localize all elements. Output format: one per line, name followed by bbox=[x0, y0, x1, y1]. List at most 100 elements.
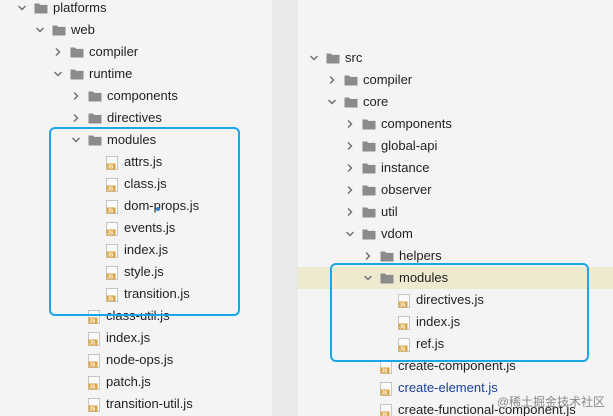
chevron-down-icon[interactable] bbox=[52, 63, 64, 85]
file-row[interactable]: JS events.js bbox=[0, 217, 272, 239]
svg-text:JS: JS bbox=[107, 297, 114, 302]
folder-row[interactable]: platforms bbox=[0, 0, 272, 19]
folder-icon bbox=[380, 250, 394, 262]
chevron-down-icon[interactable] bbox=[16, 0, 28, 19]
file-label: class-util.js bbox=[106, 308, 170, 323]
svg-text:JS: JS bbox=[107, 187, 114, 192]
folder-row[interactable]: observer bbox=[298, 179, 613, 201]
folder-row[interactable]: compiler bbox=[0, 41, 272, 63]
file-label: transition.js bbox=[124, 286, 190, 301]
chevron-right-icon[interactable] bbox=[344, 157, 356, 179]
folder-row[interactable]: instance bbox=[298, 157, 613, 179]
file-row[interactable]: JS attrs.js bbox=[0, 151, 272, 173]
folder-label: src bbox=[345, 50, 363, 65]
tree-row-content: instance bbox=[344, 157, 429, 179]
folder-icon bbox=[52, 24, 66, 36]
file-row[interactable]: JS class.js bbox=[0, 173, 272, 195]
file-row[interactable]: JS dom-props.js bbox=[0, 195, 272, 217]
tree-row-content: observer bbox=[344, 179, 432, 201]
svg-text:JS: JS bbox=[89, 385, 96, 390]
folder-row[interactable]: components bbox=[298, 113, 613, 135]
folder-label: platforms bbox=[53, 0, 107, 15]
folder-icon bbox=[88, 134, 102, 146]
chevron-down-icon[interactable] bbox=[362, 267, 374, 289]
folder-row[interactable]: components bbox=[0, 85, 272, 107]
file-label: events.js bbox=[124, 220, 176, 235]
folder-icon bbox=[362, 206, 376, 218]
file-row[interactable]: JS patch.js bbox=[0, 371, 272, 393]
chevron-right-icon[interactable] bbox=[344, 113, 356, 135]
chevron-right-icon[interactable] bbox=[52, 41, 64, 63]
js-file-icon: JS bbox=[88, 331, 100, 347]
file-label: dom-props.js bbox=[124, 198, 200, 213]
chevron-right-icon[interactable] bbox=[344, 135, 356, 157]
folder-row[interactable]: modules bbox=[298, 267, 613, 289]
file-row[interactable]: JS node-ops.js bbox=[0, 349, 272, 371]
tree-row-content: modules bbox=[70, 129, 156, 151]
tree-row-content: JS transition-util.js bbox=[70, 393, 193, 415]
tree-row-content: JS attrs.js bbox=[88, 151, 162, 173]
file-label: attrs.js bbox=[124, 154, 163, 169]
svg-text:JS: JS bbox=[107, 253, 114, 258]
file-row[interactable]: JS create-component.js bbox=[298, 355, 613, 377]
tree-row-content: web bbox=[34, 19, 95, 41]
chevron-down-icon[interactable] bbox=[70, 129, 82, 151]
chevron-right-icon[interactable] bbox=[70, 85, 82, 107]
chevron-down-icon[interactable] bbox=[34, 19, 46, 41]
chevron-right-icon[interactable] bbox=[362, 245, 374, 267]
left-project-tree: platforms web compiler runtime components dir… bbox=[0, 0, 272, 416]
js-file-icon: JS bbox=[106, 243, 118, 259]
folder-row[interactable]: global-api bbox=[298, 135, 613, 157]
right-project-tree: src compiler core components global-api insta… bbox=[298, 0, 613, 416]
chevron-down-icon[interactable] bbox=[326, 91, 338, 113]
js-file-icon: JS bbox=[106, 265, 118, 281]
file-row[interactable]: JS index.js bbox=[298, 311, 613, 333]
folder-label: web bbox=[71, 22, 95, 37]
file-row[interactable]: JS class-util.js bbox=[0, 305, 272, 327]
file-label: create-element.js bbox=[398, 380, 498, 395]
chevron-down-icon[interactable] bbox=[344, 223, 356, 245]
folder-row[interactable]: runtime bbox=[0, 63, 272, 85]
chevron-right-icon[interactable] bbox=[344, 179, 356, 201]
tree-row-content: JS node-ops.js bbox=[70, 349, 173, 371]
tree-row-content: JS index.js bbox=[70, 327, 150, 349]
file-row[interactable]: JS transition-util.js bbox=[0, 393, 272, 415]
folder-label: instance bbox=[381, 160, 430, 175]
folder-row[interactable]: src bbox=[298, 47, 613, 69]
file-label: node-ops.js bbox=[106, 352, 174, 367]
file-row[interactable]: JS style.js bbox=[0, 261, 272, 283]
file-label: index.js bbox=[416, 314, 461, 329]
folder-row[interactable]: modules bbox=[0, 129, 272, 151]
folder-row[interactable]: compiler bbox=[298, 69, 613, 91]
folder-label: components bbox=[107, 88, 178, 103]
file-row[interactable]: JS directives.js bbox=[298, 289, 613, 311]
chevron-right-icon[interactable] bbox=[326, 69, 338, 91]
panel-gap bbox=[272, 0, 298, 416]
tree-row-content: JS style.js bbox=[88, 261, 164, 283]
folder-row[interactable]: helpers bbox=[298, 245, 613, 267]
svg-text:JS: JS bbox=[399, 325, 406, 330]
folder-row[interactable]: util bbox=[298, 201, 613, 223]
js-file-icon: JS bbox=[398, 337, 410, 353]
file-row[interactable]: JS index.js bbox=[0, 239, 272, 261]
folder-icon bbox=[362, 228, 376, 240]
file-row[interactable]: JS index.js bbox=[0, 327, 272, 349]
chevron-down-icon[interactable] bbox=[308, 47, 320, 69]
folder-label: modules bbox=[399, 270, 449, 285]
js-file-icon: JS bbox=[380, 403, 392, 416]
js-file-icon: JS bbox=[398, 315, 410, 331]
folder-icon bbox=[380, 272, 394, 284]
folder-row[interactable]: vdom bbox=[298, 223, 613, 245]
folder-icon bbox=[344, 74, 358, 86]
chevron-right-icon[interactable] bbox=[70, 107, 82, 129]
folder-row[interactable]: core bbox=[298, 91, 613, 113]
file-label: create-component.js bbox=[398, 358, 516, 373]
file-row[interactable]: JS ref.js bbox=[298, 333, 613, 355]
tree-row-content: modules bbox=[362, 267, 448, 289]
file-row[interactable]: JS transition.js bbox=[0, 283, 272, 305]
svg-text:JS: JS bbox=[89, 407, 96, 412]
chevron-right-icon[interactable] bbox=[344, 201, 356, 223]
folder-label: compiler bbox=[89, 44, 139, 59]
folder-row[interactable]: directives bbox=[0, 107, 272, 129]
folder-row[interactable]: web bbox=[0, 19, 272, 41]
